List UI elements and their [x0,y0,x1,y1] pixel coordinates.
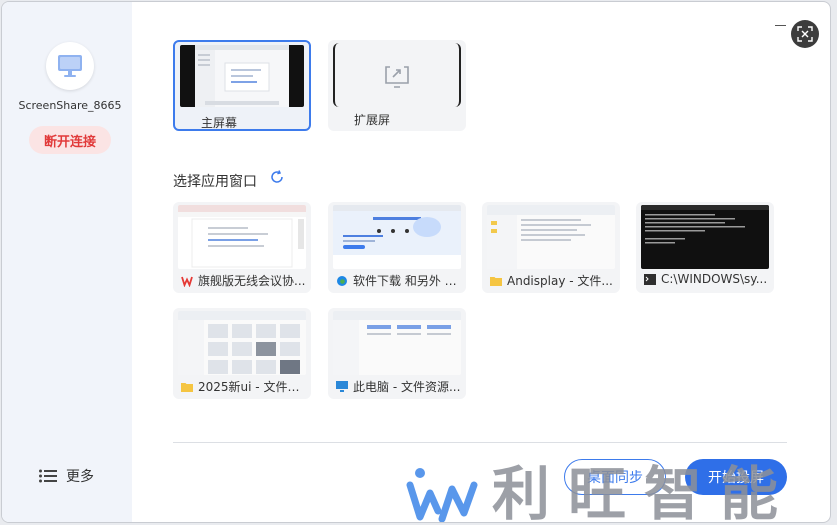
list-icon [39,469,57,483]
divider [173,442,787,443]
window-caption: Andisplay - 文件... [490,272,616,289]
window-title: C:\WINDOWS\sy... [661,272,768,286]
window-caption: 此电脑 - 文件资源... [336,378,462,395]
app-window-section-title: 选择应用窗口 [173,174,257,190]
folder-icon [181,381,193,393]
window-thumbnail [333,311,461,375]
window-card[interactable]: 软件下载 和另外 3... [328,202,466,293]
window-caption: C:\WINDOWS\sy... [644,272,770,286]
window-title: 旗舰版无线会议协... [198,274,306,288]
edge-icon [336,275,348,287]
window-caption: 软件下载 和另外 3... [336,272,462,289]
refresh-icon[interactable] [270,170,284,184]
screen-card-main[interactable]: 主屏幕 [173,40,311,131]
window-card[interactable]: 此电脑 - 文件资源... [328,308,466,399]
desktop-sync-button[interactable]: 桌面同步 [564,459,666,495]
disconnect-button[interactable]: 断开连接 [29,126,111,154]
window-title: 2025新ui - 文件资... [198,380,307,394]
monitor-icon [58,55,82,77]
more-button[interactable]: 更多 [39,466,94,486]
screen-share-window: ScreenShare_8665 断开连接 更多 主屏幕 扩展屏 选择应用窗口 … [1,1,831,523]
brand-logo-icon [406,467,478,522]
window-caption: 旗舰版无线会议协... [181,272,307,289]
window-title: 软件下载 和另外 3... [353,274,462,288]
window-thumbnail [178,205,306,269]
window-card[interactable]: Andisplay - 文件... [482,202,620,293]
window-thumbnail [333,205,461,269]
exit-fullscreen-icon [797,26,813,42]
window-title: 此电脑 - 文件资源... [353,380,461,394]
more-label: 更多 [66,469,94,485]
main-screen-thumbnail [180,45,304,107]
window-thumbnail [487,205,615,269]
device-avatar [46,42,94,90]
extended-screen-thumbnail [333,43,461,107]
screen-card-label: 主屏幕 [201,116,238,130]
window-thumbnail [641,205,769,269]
window-card[interactable]: 旗舰版无线会议协... [173,202,311,293]
minimize-button[interactable] [775,16,787,28]
computer-icon [336,381,348,393]
close-button[interactable] [791,20,819,48]
window-caption: 2025新ui - 文件资... [181,378,307,395]
screen-card-label: 扩展屏 [354,113,391,127]
cmd-icon [644,273,656,285]
folder-icon [490,275,502,287]
window-thumbnail [178,311,306,375]
wps-icon [181,275,193,287]
screen-card-extended[interactable]: 扩展屏 [328,40,466,131]
sidebar: ScreenShare_8665 断开连接 更多 [2,2,132,522]
start-casting-button[interactable]: 开始投屏 [685,459,787,495]
device-name: ScreenShare_8665 [18,99,122,112]
window-card[interactable]: 2025新ui - 文件资... [173,308,311,399]
cast-icon [385,66,409,88]
window-title: Andisplay - 文件... [507,274,613,288]
window-card[interactable]: C:\WINDOWS\sy... [636,202,774,293]
